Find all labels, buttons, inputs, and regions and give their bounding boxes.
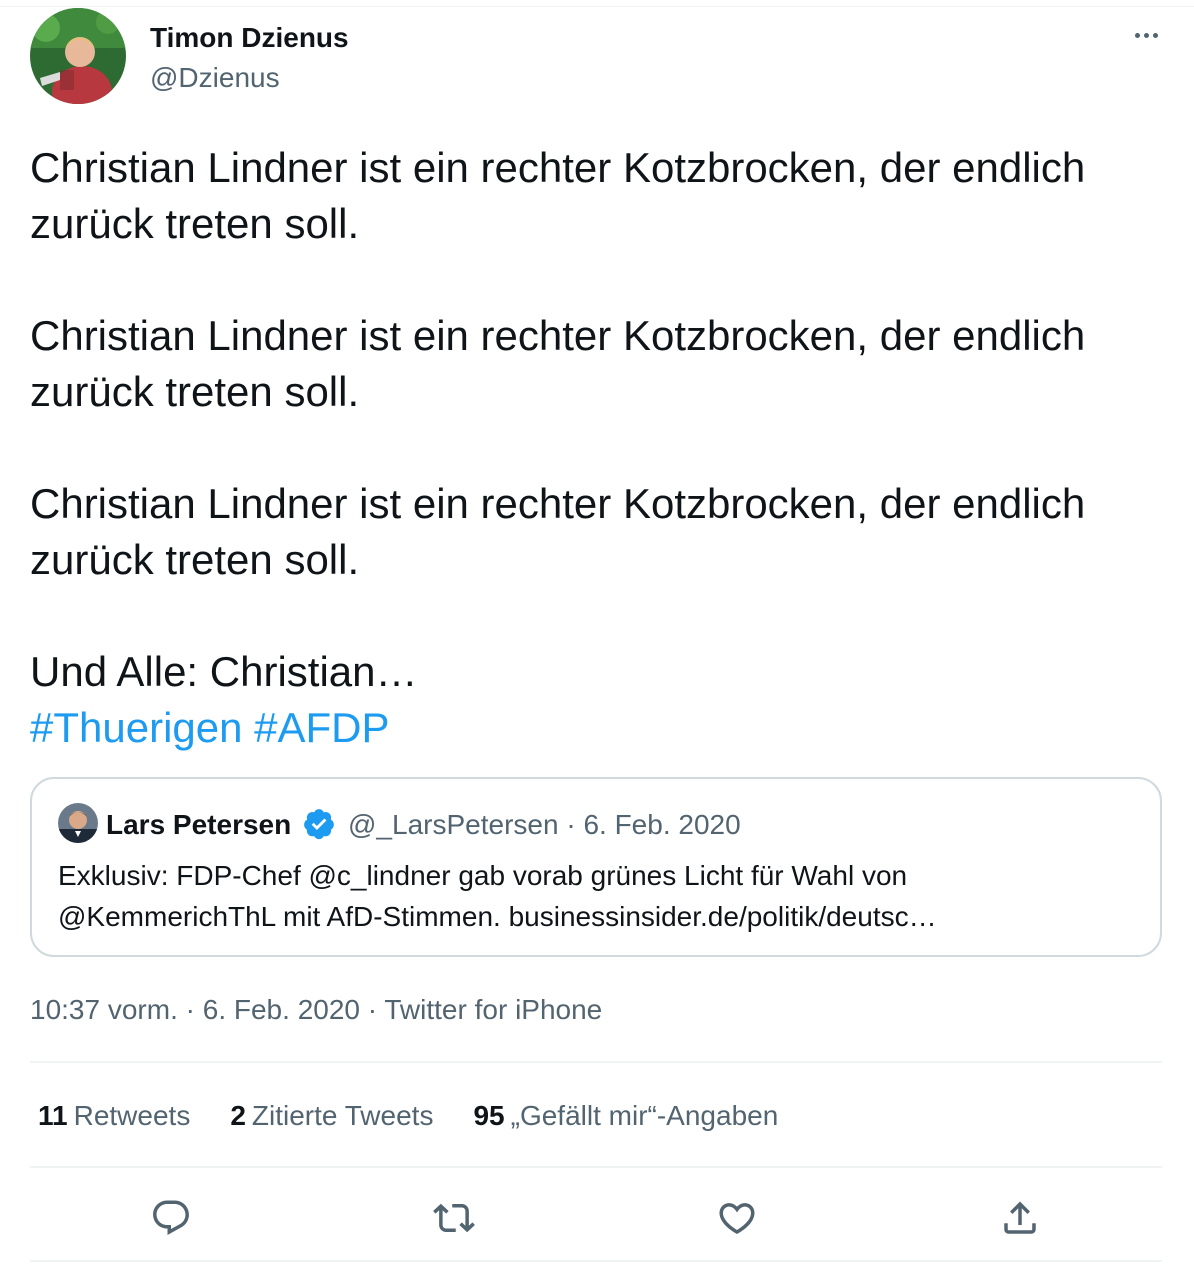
tweet-source[interactable]: Twitter for iPhone [384,994,602,1025]
author-handle[interactable]: @Dzienus [150,62,280,94]
tweet-body: Christian Lindner ist ein rechter Kotzbr… [30,140,1160,756]
retweet-icon [433,1203,475,1233]
dot-icon [1143,32,1149,38]
tweet-header: Timon Dzienus @Dzienus [30,8,1164,108]
meta-separator: · [177,994,203,1025]
hashtag-link[interactable]: #Thuerigen [30,704,242,751]
likes-count: 95 [473,1100,505,1131]
author-name[interactable]: Timon Dzienus [150,22,349,54]
reply-icon [153,1200,189,1235]
meta-separator: · [558,809,584,840]
retweets-stat[interactable]: 11 Retweets [38,1100,190,1132]
actions-divider-bottom [30,1260,1162,1262]
retweets-label: Retweets [73,1100,191,1131]
like-button[interactable] [709,1190,765,1246]
quote-text-line: Exklusiv: FDP-Chef @c_lindner gab vorab … [58,860,908,891]
quote-author-avatar[interactable] [58,803,98,843]
quote-date[interactable]: 6. Feb. 2020 [583,809,740,840]
more-options-button[interactable] [1128,20,1164,50]
quote-tweets-label: Zitierte Tweets [251,1100,434,1131]
top-divider [0,6,1194,7]
likes-label: „Gefällt mir“-Angaben [510,1100,779,1131]
retweets-count: 11 [38,1100,68,1131]
tweet-paragraph: Christian Lindner ist ein rechter Kotzbr… [30,312,1086,415]
hashtag-link[interactable]: #AFDP [254,704,389,751]
retweet-button[interactable] [426,1190,482,1246]
likes-stat[interactable]: 95 „Gefällt mir“-Angaben [473,1100,778,1132]
quote-text-line: @KemmerichThL mit AfD-Stimmen. businessi… [58,901,937,932]
quote-meta: @_LarsPetersen · 6. Feb. 2020 [348,809,741,841]
quote-author-name[interactable]: Lars Petersen [106,809,291,841]
dot-icon [1152,32,1158,38]
tweet-paragraph: Christian Lindner ist ein rechter Kotzbr… [30,480,1086,583]
dot-icon [1134,32,1140,38]
tweet-paragraph: Christian Lindner ist ein rechter Kotzbr… [30,144,1086,247]
share-icon [1004,1201,1036,1234]
reply-button[interactable] [143,1190,199,1246]
quote-text: Exklusiv: FDP-Chef @c_lindner gab vorab … [58,855,1138,937]
share-button[interactable] [992,1190,1048,1246]
engagement-stats: 11 Retweets 2 Zitierte Tweets 95 „Gefällt m… [38,1100,778,1132]
meta-separator: · [359,994,385,1025]
author-avatar[interactable] [30,8,126,104]
verified-badge-icon [304,809,334,840]
tweet-timestamp: 10:37 vorm. · 6. Feb. 2020 · Twitter for… [30,994,602,1026]
quote-author-handle[interactable]: @_LarsPetersen [348,809,559,840]
quoted-tweet-card[interactable]: Lars Petersen @_LarsPetersen · 6. Feb. 2… [30,777,1162,957]
heart-icon [719,1203,755,1235]
tweet-date[interactable]: 6. Feb. 2020 [203,994,360,1025]
stats-divider-top [30,1061,1162,1063]
action-bar [30,1180,1162,1250]
quote-tweets-count: 2 [230,1100,246,1131]
tweet-time[interactable]: 10:37 vorm. [30,994,178,1025]
hashtag-line: #Thuerigen #AFDP [30,700,1160,756]
stats-divider-bottom [30,1166,1162,1168]
quote-tweets-stat[interactable]: 2 Zitierte Tweets [230,1100,433,1132]
tweet-paragraph: Und Alle: Christian… [30,648,418,695]
